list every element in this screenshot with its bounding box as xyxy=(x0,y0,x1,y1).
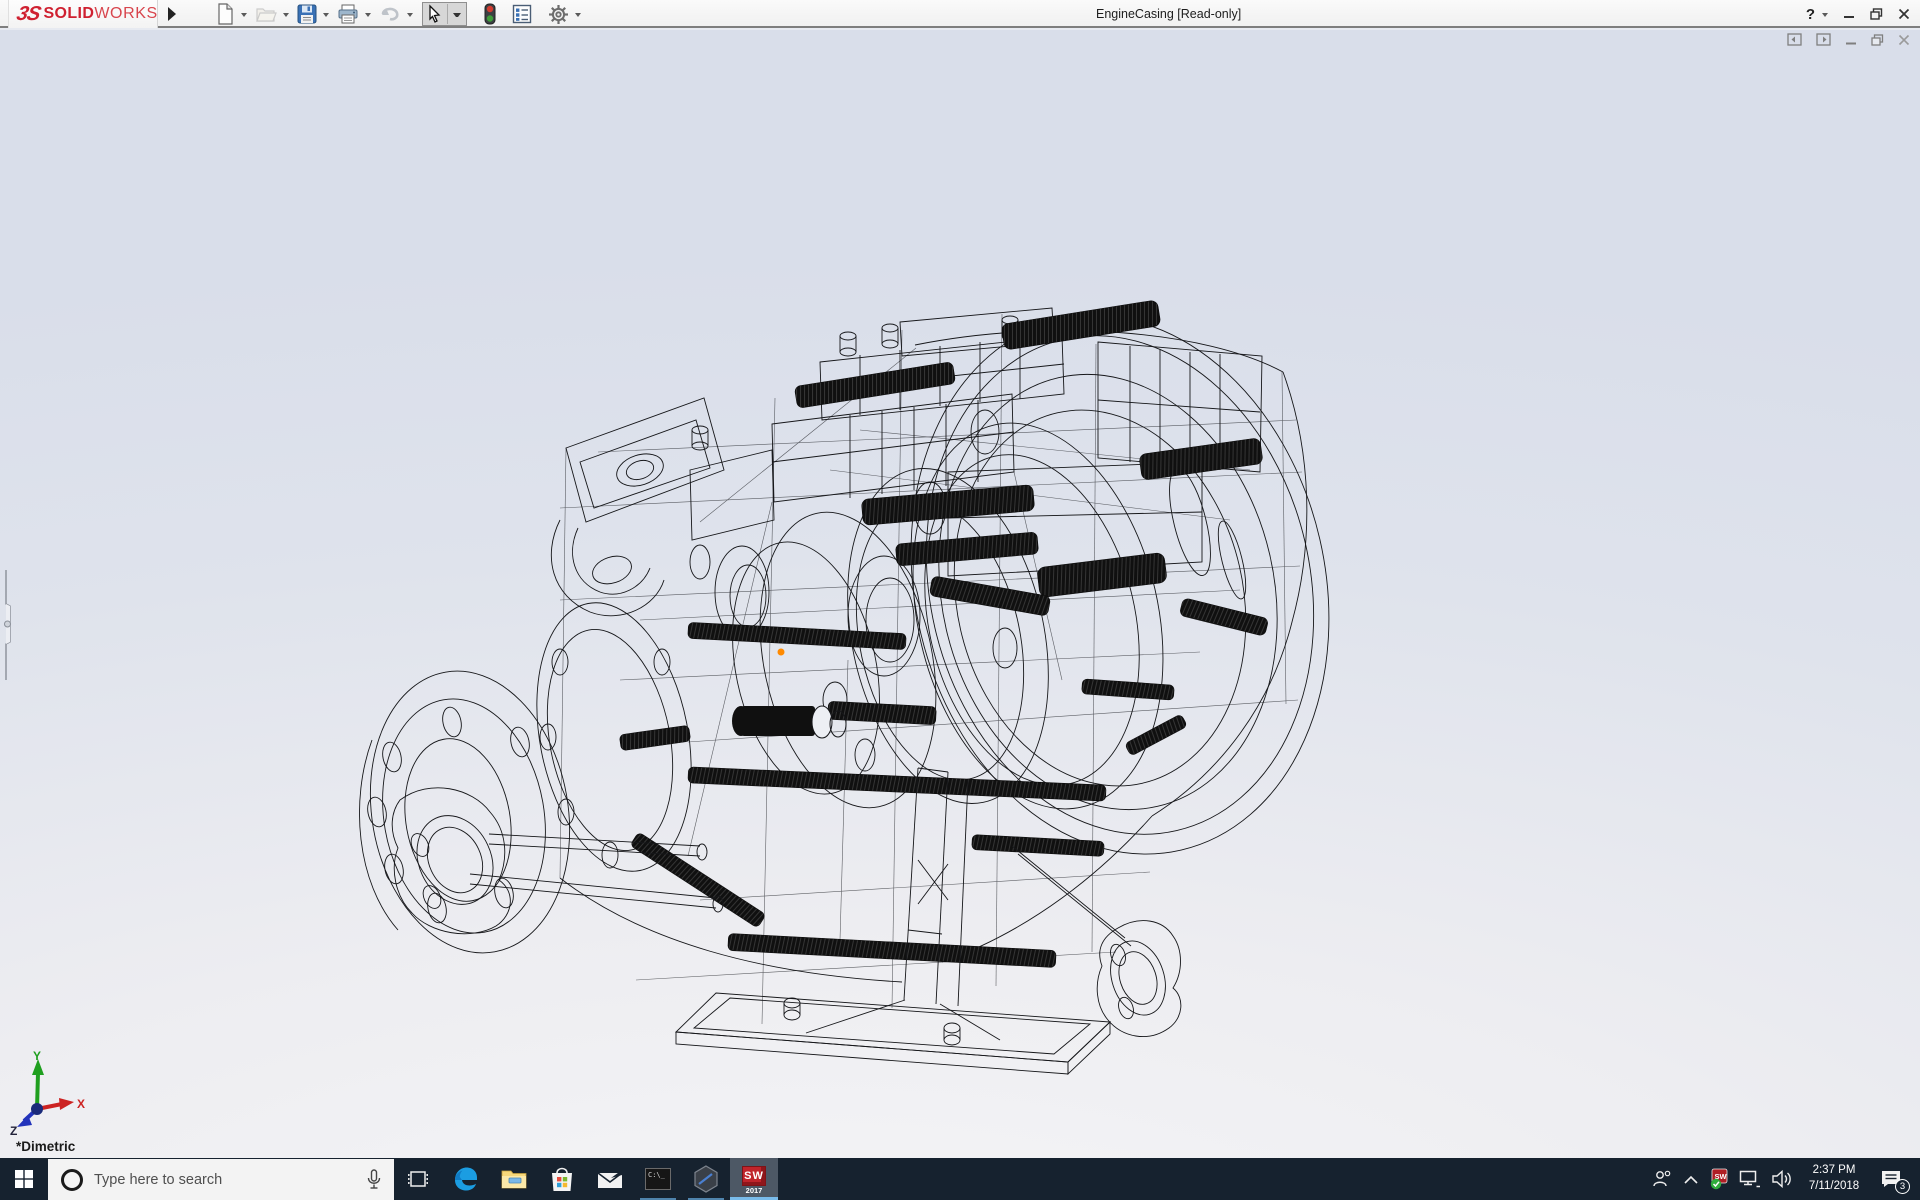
save-floppy-icon xyxy=(297,4,317,24)
tray-time: 2:37 PM xyxy=(1809,1163,1859,1179)
network-icon xyxy=(1739,1170,1761,1188)
file-properties-icon xyxy=(512,4,532,24)
new-document-button[interactable] xyxy=(212,1,238,27)
chevron-up-icon xyxy=(1684,1175,1698,1184)
menu-flyout-arrow-icon[interactable] xyxy=(168,7,176,21)
solidworks-logo[interactable]: 3S SOLID WORKS xyxy=(8,0,158,28)
windows-logo-icon xyxy=(15,1170,33,1188)
file-properties-button[interactable] xyxy=(509,1,535,27)
task-view-icon xyxy=(408,1171,428,1187)
volume-tray[interactable] xyxy=(1766,1158,1798,1200)
taskbar-search[interactable] xyxy=(48,1159,394,1200)
save-dropdown-caret[interactable] xyxy=(323,13,329,17)
options-dropdown-caret[interactable] xyxy=(575,13,581,17)
doc-restore-button[interactable] xyxy=(1871,34,1884,46)
edge-icon xyxy=(453,1166,479,1192)
rebuild-button[interactable] xyxy=(481,1,499,27)
threaded-rods xyxy=(619,300,1269,968)
engine-stand xyxy=(392,768,1181,1074)
close-button[interactable] xyxy=(1898,8,1910,20)
new-dropdown-caret[interactable] xyxy=(241,13,247,17)
print-dropdown-caret[interactable] xyxy=(365,13,371,17)
new-document-icon xyxy=(215,3,235,25)
store-button[interactable] xyxy=(538,1158,586,1200)
hidden-icons-button[interactable] xyxy=(1678,1158,1704,1200)
select-tool-button[interactable] xyxy=(422,2,467,26)
select-dropdown-caret[interactable] xyxy=(453,13,461,17)
doc-minimize-button[interactable] xyxy=(1845,34,1857,46)
engine-casing-wireframe-model[interactable] xyxy=(0,30,1920,1158)
hexagon-app-icon xyxy=(693,1165,719,1193)
start-button[interactable] xyxy=(0,1158,48,1200)
solidworks-monitor-tray[interactable]: SW xyxy=(1704,1158,1734,1200)
help-button[interactable]: ? xyxy=(1806,6,1815,23)
dock-right-icon[interactable] xyxy=(1816,33,1831,46)
reference-triad: Y X Z xyxy=(4,1051,94,1136)
hexagon-app-button[interactable] xyxy=(682,1158,730,1200)
view-orientation-label: *Dimetric xyxy=(16,1139,75,1154)
people-button[interactable] xyxy=(1646,1158,1678,1200)
mail-icon xyxy=(597,1169,623,1189)
network-tray[interactable] xyxy=(1734,1158,1766,1200)
open-folder-icon xyxy=(255,4,277,24)
doc-close-button[interactable] xyxy=(1898,34,1910,46)
rebuild-traffic-light-icon xyxy=(484,3,496,25)
x-axis-arrow xyxy=(59,1098,74,1110)
microphone-icon[interactable] xyxy=(366,1169,382,1191)
brand-name-light: WORKS xyxy=(94,5,157,23)
graphics-viewport[interactable]: Y X Z *Dimetric xyxy=(0,30,1920,1158)
notification-count-badge: 3 xyxy=(1895,1179,1910,1194)
system-tray: SW 2:37 PM 7/11/2018 xyxy=(1646,1158,1920,1200)
dock-left-icon[interactable] xyxy=(1787,33,1802,46)
store-icon xyxy=(550,1166,574,1192)
mail-button[interactable] xyxy=(586,1158,634,1200)
file-explorer-button[interactable] xyxy=(490,1158,538,1200)
command-prompt-button[interactable]: C:\_ xyxy=(634,1158,682,1200)
print-icon xyxy=(337,4,359,24)
cortana-circle-icon xyxy=(60,1168,84,1192)
open-button[interactable] xyxy=(252,1,280,27)
file-explorer-icon xyxy=(501,1168,527,1190)
document-title: EngineCasing [Read-only] xyxy=(1096,0,1241,28)
save-button[interactable] xyxy=(294,1,320,27)
y-axis-label: Y xyxy=(33,1051,41,1063)
task-view-button[interactable] xyxy=(394,1158,442,1200)
select-split-divider xyxy=(447,4,448,24)
quick-access-toolbar xyxy=(212,0,586,28)
options-button[interactable] xyxy=(545,1,572,27)
people-icon xyxy=(1652,1170,1672,1188)
select-cursor-icon xyxy=(425,4,443,24)
solidworks-resource-monitor-icon: SW xyxy=(1708,1168,1730,1190)
options-gear-icon xyxy=(548,4,569,25)
search-input[interactable] xyxy=(94,1172,358,1188)
edge-button[interactable] xyxy=(442,1158,490,1200)
triad-origin-ball xyxy=(31,1103,43,1115)
x-axis-label: X xyxy=(77,1097,85,1111)
command-prompt-icon: C:\_ xyxy=(645,1168,671,1190)
brand-mark: 3S xyxy=(14,3,42,26)
solidworks-app-button[interactable]: SW 2017 xyxy=(730,1158,778,1200)
titlebar: 3S SOLID WORKS xyxy=(0,0,1920,28)
volume-icon xyxy=(1771,1170,1793,1188)
brand-name-bold: SOLID xyxy=(43,5,94,23)
solidworks-2017-icon: SW 2017 xyxy=(741,1164,767,1194)
document-window-controls xyxy=(1787,33,1910,46)
black-cylinder xyxy=(732,706,846,738)
clock-tray[interactable]: 2:37 PM 7/11/2018 xyxy=(1798,1158,1870,1200)
z-axis-label: Z xyxy=(10,1124,17,1136)
open-dropdown-caret[interactable] xyxy=(283,13,289,17)
undo-dropdown-caret[interactable] xyxy=(407,13,413,17)
tray-date: 7/11/2018 xyxy=(1809,1179,1859,1195)
action-center-button[interactable]: 3 xyxy=(1870,1158,1912,1200)
windows-taskbar: C:\_ SW 2017 SW xyxy=(0,1158,1920,1200)
origin-marker xyxy=(778,649,785,656)
window-controls: ? xyxy=(1806,0,1910,28)
print-button[interactable] xyxy=(334,1,362,27)
help-dropdown-caret[interactable] xyxy=(1822,13,1828,17)
restore-button[interactable] xyxy=(1870,8,1883,20)
undo-button[interactable] xyxy=(376,1,404,27)
minimize-button[interactable] xyxy=(1843,8,1855,20)
undo-icon xyxy=(379,4,401,24)
